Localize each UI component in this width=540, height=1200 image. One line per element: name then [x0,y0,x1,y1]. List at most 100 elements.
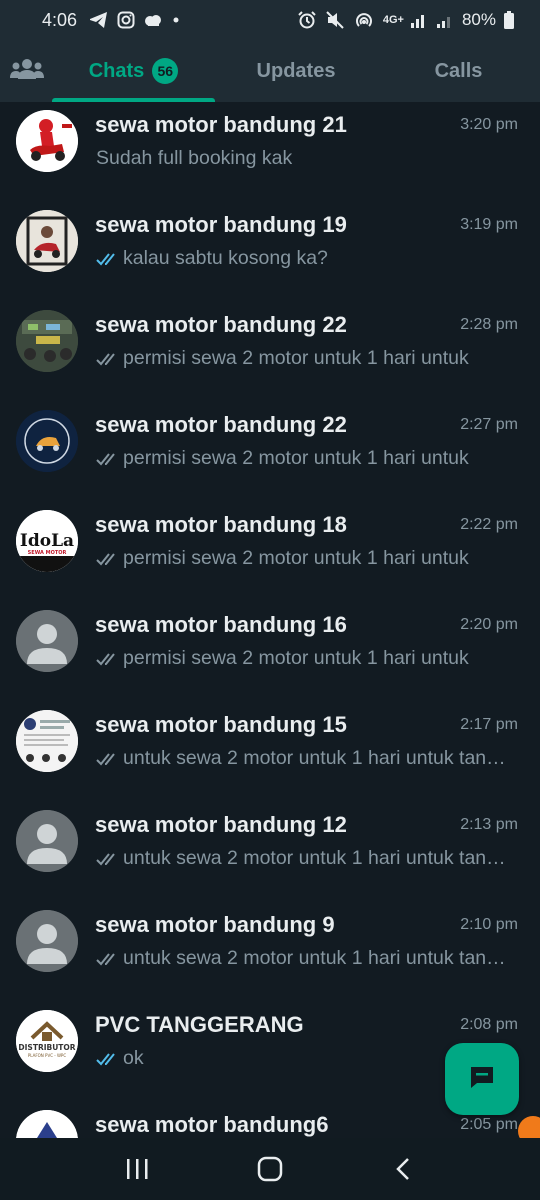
default-person-icon [16,810,78,872]
chat-row[interactable]: sewa motor bandung 9 2:10 pm untuk sewa … [0,902,540,1002]
chat-name: sewa motor bandung 21 [95,112,347,137]
chat-preview: permisi sewa 2 motor untuk 1 hari untuk [96,647,508,670]
chat-row[interactable]: IdoLa SEWA MOTOR sewa motor bandung 18 2:… [0,502,540,602]
alarm-icon [297,10,317,30]
community-icon [10,58,44,85]
preview-text: permisi sewa 2 motor untuk 1 hari untuk [123,647,469,669]
tab-bar: Chats 56 Updates Calls [0,40,540,102]
chat-time: 2:27 pm [460,416,518,433]
chat-time: 2:13 pm [460,816,518,833]
new-chat-button[interactable] [445,1043,519,1115]
delivered-ticks-icon [96,451,120,467]
status-right: 4G+ 80% [297,10,514,30]
chat-name: sewa motor bandung 22 [95,412,347,437]
preview-text: kalau sabtu kosong ka? [123,247,328,269]
weather-icon [143,12,163,28]
chat-name: sewa motor bandung 18 [95,512,347,537]
chat-name: sewa motor bandung 9 [95,912,335,937]
preview-text: ok [123,1047,144,1069]
preview-text: Sudah full booking kak [96,147,293,169]
chat-list: sewa motor bandung 21 3:20 pm Sudah full… [0,102,540,1138]
chat-row[interactable]: sewa motor bandung 22 2:28 pm permisi se… [0,302,540,402]
chat-time: 2:22 pm [460,516,518,533]
default-person-icon [16,910,78,972]
chat-time: 3:19 pm [460,216,518,233]
delivered-ticks-icon [96,651,120,667]
chat-time: 2:10 pm [460,916,518,933]
scooter-avatar-icon [16,110,78,172]
signal-icon [410,11,428,29]
idola-logo-sub: SEWA MOTOR [28,550,67,556]
chat-time: 3:20 pm [460,116,518,133]
home-button[interactable] [240,1144,300,1194]
contact-avatar[interactable] [16,810,78,872]
chat-row[interactable]: sewa motor bandung 16 2:20 pm permisi se… [0,602,540,702]
battery-icon [504,11,514,29]
unread-badge: 56 [152,58,179,84]
contact-avatar[interactable]: IdoLa SEWA MOTOR [16,510,78,572]
network-label: 4G+ [382,14,404,26]
preview-text: untuk sewa 2 motor untuk 1 hari untuk ta… [123,747,508,769]
home-icon [257,1156,283,1182]
preview-text: untuk sewa 2 motor untuk 1 hari untuk ta… [123,947,508,969]
contact-avatar[interactable] [16,1110,78,1138]
back-icon [396,1158,410,1180]
chat-preview: permisi sewa 2 motor untuk 1 hari untuk [96,547,508,570]
contact-avatar[interactable] [16,610,78,672]
preview-text: untuk sewa 2 motor untuk 1 hari untuk ta… [123,847,508,869]
back-button[interactable] [373,1144,433,1194]
tab-updates[interactable]: Updates [215,40,377,102]
delivered-ticks-icon [96,951,120,967]
default-person-icon [16,610,78,672]
status-time: 4:06 [42,9,78,30]
mute-icon [325,10,345,30]
profile-screenshot-avatar-icon [16,710,78,772]
contact-avatar[interactable] [16,710,78,772]
recent-apps-button[interactable] [107,1144,167,1194]
tab-chats[interactable]: Chats 56 [52,40,215,102]
chat-time: 2:08 pm [460,1016,518,1033]
preview-text: permisi sewa 2 motor untuk 1 hari untuk [123,447,469,469]
chat-name: PVC TANGGERANG [95,1012,304,1037]
status-left: 4:06 [42,10,181,31]
chat-preview: untuk sewa 2 motor untuk 1 hari untuk ta… [96,947,508,970]
idola-logo-text: IdoLa [20,531,74,551]
new-chat-icon [468,1064,496,1095]
delivered-ticks-icon [96,351,120,367]
chat-name: sewa motor bandung 15 [95,712,347,737]
signal-secondary-icon [436,11,454,29]
contact-avatar[interactable] [16,210,78,272]
tab-calls[interactable]: Calls [377,40,540,102]
chat-preview: permisi sewa 2 motor untuk 1 hari untuk [96,447,508,470]
chat-name: sewa motor bandung 22 [95,312,347,337]
chat-time: 2:17 pm [460,716,518,733]
battery-percent: 80% [461,10,496,29]
chat-name: sewa motor bandung 16 [95,612,347,637]
chat-row[interactable]: sewa motor bandung 15 2:17 pm untuk sewa… [0,702,540,802]
delivered-ticks-icon [96,751,120,767]
chat-row[interactable]: sewa motor bandung 22 2:27 pm permisi se… [0,402,540,502]
distributor-logo-text: DISTRIBUTOR [18,1043,75,1052]
dot-icon [171,15,181,25]
read-ticks-icon [96,1051,120,1067]
chat-name: sewa motor bandung 12 [95,812,347,837]
chat-time: 2:20 pm [460,616,518,633]
chat-row[interactable]: sewa motor bandung 12 2:13 pm untuk sewa… [0,802,540,902]
chat-row[interactable]: sewa motor bandung 21 3:20 pm Sudah full… [0,102,540,202]
delivered-ticks-icon [96,551,120,567]
recent-apps-icon [126,1159,148,1179]
hotspot-icon [353,10,375,30]
contact-avatar[interactable] [16,410,78,472]
chat-time: 2:05 pm [460,1116,518,1133]
idola-logo-avatar-icon: IdoLaSEWA MOTOR [16,510,78,572]
chat-row[interactable]: sewa motor bandung 19 3:19 pm kalau sabt… [0,202,540,302]
contact-avatar[interactable] [16,910,78,972]
chat-preview: untuk sewa 2 motor untuk 1 hari untuk ta… [96,747,508,770]
contact-avatar[interactable]: DISTRIBUTOR PLAFON PVC - WPC [16,1010,78,1072]
chat-preview: Sudah full booking kak [96,147,508,170]
community-tab[interactable] [0,40,52,102]
contact-avatar[interactable] [16,110,78,172]
chat-name: sewa motor bandung 19 [95,212,347,237]
contact-avatar[interactable] [16,310,78,372]
scooter-framed-avatar-icon [16,210,78,272]
